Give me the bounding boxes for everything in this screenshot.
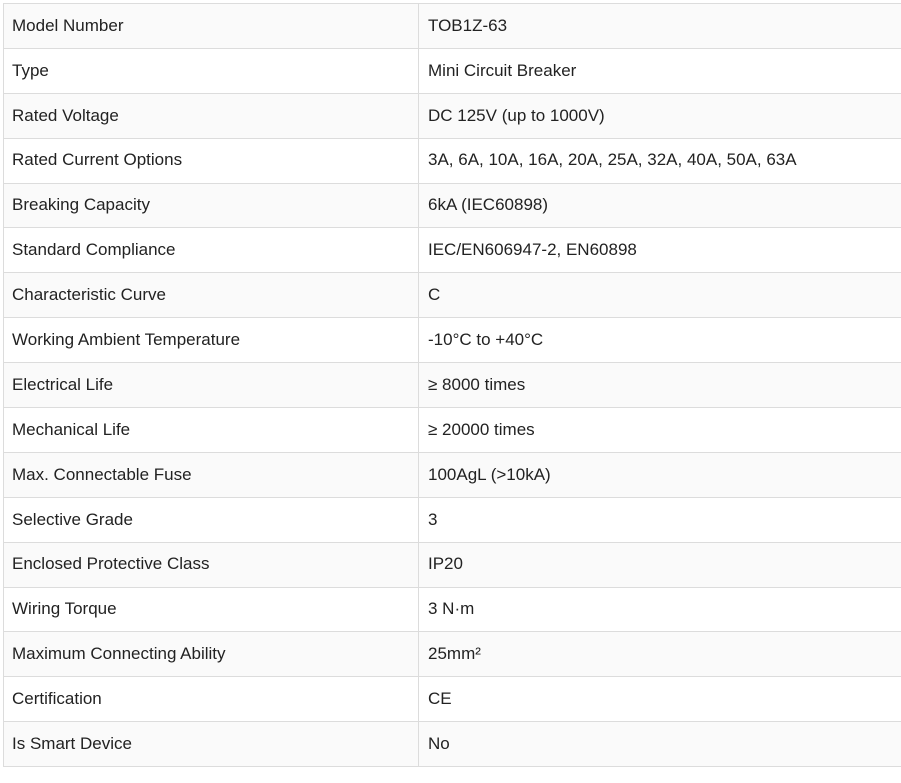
spec-value: C (418, 272, 901, 319)
table-row: Model Number TOB1Z-63 (3, 3, 901, 49)
table-row: Enclosed Protective Class IP20 (3, 541, 901, 588)
spec-value: 3 N·m (418, 586, 901, 633)
spec-label: Wiring Torque (3, 586, 419, 633)
spec-table: Model Number TOB1Z-63 Type Mini Circuit … (3, 3, 901, 768)
table-row: Rated Voltage DC 125V (up to 1000V) (3, 92, 901, 139)
spec-value: 3 (418, 496, 901, 543)
spec-label: Standard Compliance (3, 227, 419, 274)
table-row: Rated Current Options 3A, 6A, 10A, 16A, … (3, 137, 901, 184)
spec-label: Maximum Connecting Ability (3, 631, 419, 678)
spec-label: Selective Grade (3, 496, 419, 543)
spec-value: 25mm² (418, 631, 901, 678)
spec-value: -10°C to +40°C (418, 317, 901, 364)
spec-label: Rated Current Options (3, 137, 419, 184)
table-row: Max. Connectable Fuse 100AgL (>10kA) (3, 451, 901, 498)
spec-value: DC 125V (up to 1000V) (418, 92, 901, 139)
table-row: Mechanical Life ≥ 20000 times (3, 407, 901, 453)
spec-value: 6kA (IEC60898) (418, 182, 901, 229)
spec-value: CE (418, 676, 901, 723)
spec-label: Is Smart Device (3, 721, 419, 768)
spec-label: Breaking Capacity (3, 182, 419, 229)
spec-label: Rated Voltage (3, 92, 419, 139)
spec-label: Max. Connectable Fuse (3, 451, 419, 498)
spec-label: Working Ambient Temperature (3, 317, 419, 364)
table-row: Selective Grade 3 (3, 496, 901, 543)
table-row: Maximum Connecting Ability 25mm² (3, 631, 901, 678)
spec-value: TOB1Z-63 (418, 3, 901, 49)
spec-label: Enclosed Protective Class (3, 541, 419, 588)
spec-value: IEC/EN606947-2, EN60898 (418, 227, 901, 274)
spec-value: ≥ 20000 times (418, 407, 901, 453)
spec-label: Electrical Life (3, 362, 419, 409)
spec-label: Characteristic Curve (3, 272, 419, 319)
spec-value: 3A, 6A, 10A, 16A, 20A, 25A, 32A, 40A, 50… (418, 137, 901, 184)
spec-value: ≥ 8000 times (418, 362, 901, 409)
spec-value: 100AgL (>10kA) (418, 451, 901, 498)
spec-label: Type (3, 47, 419, 94)
spec-label: Mechanical Life (3, 407, 419, 453)
table-row: Breaking Capacity 6kA (IEC60898) (3, 182, 901, 229)
table-row: Wiring Torque 3 N·m (3, 586, 901, 633)
spec-value: No (418, 721, 901, 768)
table-row: Certification CE (3, 676, 901, 723)
spec-label: Certification (3, 676, 419, 723)
table-row: Type Mini Circuit Breaker (3, 47, 901, 94)
table-row: Electrical Life ≥ 8000 times (3, 362, 901, 409)
spec-value: IP20 (418, 541, 901, 588)
spec-value: Mini Circuit Breaker (418, 47, 901, 94)
table-row: Is Smart Device No (3, 721, 901, 768)
table-row: Characteristic Curve C (3, 272, 901, 319)
spec-label: Model Number (3, 3, 419, 49)
table-row: Standard Compliance IEC/EN606947-2, EN60… (3, 227, 901, 274)
table-row: Working Ambient Temperature -10°C to +40… (3, 317, 901, 364)
